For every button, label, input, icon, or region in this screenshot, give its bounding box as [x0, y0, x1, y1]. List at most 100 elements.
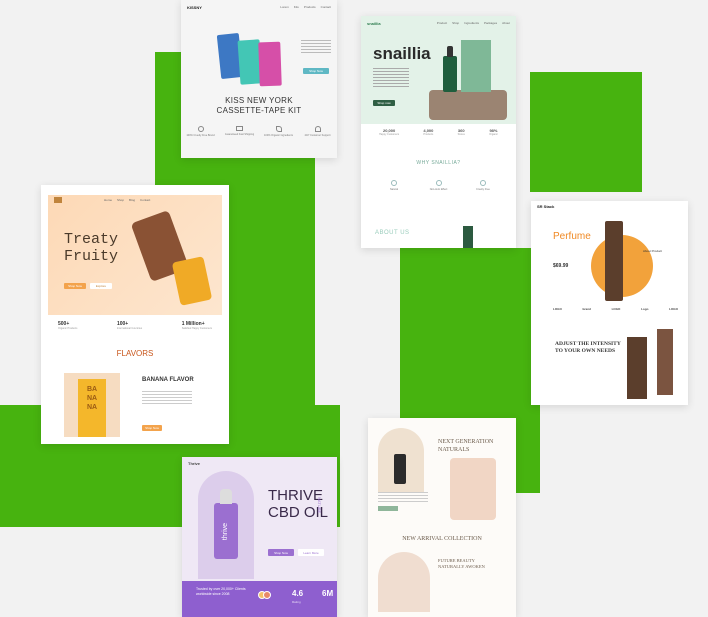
- cruelty-free-icon: [197, 126, 204, 132]
- snaillia-nav-link[interactable]: Ingredients: [464, 21, 479, 25]
- treaty-fruity-card[interactable]: Home Shop Blog Contact Treaty Fruity Sho…: [41, 185, 229, 444]
- feature-item: 100% Organic Ingredients: [264, 126, 294, 137]
- treaty-logo[interactable]: [54, 197, 62, 203]
- banana-can: BA NA NA: [78, 379, 106, 437]
- why-items: Natural Non-toxic Effect Cruelty Free: [379, 180, 498, 191]
- future-heading-line2: NATURALLY AWOKEN: [438, 564, 485, 569]
- feature-label: 100% Organic Ingredients: [264, 134, 293, 137]
- kiss-logo[interactable]: KISSNY: [187, 5, 202, 10]
- stat-label: Organic Products: [58, 327, 78, 330]
- stat-item: 100+ International Countries: [117, 321, 142, 330]
- natural-icon: [391, 180, 397, 186]
- green-block-middle: [215, 180, 315, 410]
- treaty-nav-link[interactable]: Shop: [117, 198, 124, 202]
- snaillia-logo[interactable]: snaillia: [367, 21, 381, 26]
- thrive-learn-button[interactable]: Learn More: [298, 549, 324, 556]
- dropper-cap: [447, 46, 453, 57]
- headset-icon: [314, 126, 321, 132]
- snaillia-card[interactable]: snaillia Product Shop Ingredients Packag…: [361, 16, 516, 248]
- perfume-heading-line2: TO YOUR OWN NEEDS: [555, 348, 616, 354]
- can-text: NA: [86, 404, 98, 411]
- naturals-card[interactable]: NEXT GENERATION NATURALS NEW ARRIVAL COL…: [368, 418, 516, 617]
- thrive-dropper: [220, 489, 232, 504]
- count-value: 6M: [322, 589, 334, 598]
- kiss-nav-link[interactable]: Kits: [294, 5, 299, 9]
- treaty-title: Treaty Fruity: [64, 231, 118, 265]
- stat-item: 4,000 Products: [423, 128, 433, 136]
- treaty-nav: Home Shop Blog Contact: [48, 195, 222, 205]
- kiss-nav: KISSNY Lorem Kits Products Contact: [181, 0, 337, 14]
- perfume-heading: ADJUST THE INTENSITY TO YOUR OWN NEEDS: [555, 341, 621, 355]
- kiss-description: [301, 40, 331, 54]
- stone-pedestal: [429, 90, 507, 120]
- snaillia-nav: snaillia Product Shop Ingredients Packag…: [361, 16, 516, 30]
- leaf-icon: [275, 126, 282, 132]
- treaty-explore-button[interactable]: Explore: [90, 283, 112, 289]
- feature-label: Guaranteed Fast Shipping: [224, 133, 255, 136]
- thrive-bottle: thrive: [214, 503, 238, 559]
- about-bottle: [463, 226, 473, 248]
- feature-item: 24/7 Customer Support: [303, 126, 333, 137]
- naturals-heading: NEXT GENERATION NATURALS: [438, 438, 493, 454]
- thrive-shop-button[interactable]: Shop Now: [268, 549, 294, 556]
- rating-label: Rating: [292, 600, 301, 604]
- kiss-shop-button[interactable]: Shop Now: [303, 68, 329, 74]
- kiss-nav-link[interactable]: Contact: [321, 5, 331, 9]
- stat-label: Products: [423, 133, 434, 136]
- future-heading: FUTURE BEAUTY NATURALLY AWOKEN: [438, 558, 485, 570]
- stat-item: 1 Million+ Satisfied Happy Customers: [182, 321, 212, 330]
- partner-logo: LOGO: [669, 307, 678, 311]
- stat-item: 360 Stores: [458, 128, 465, 136]
- treaty-nav-link[interactable]: Home: [104, 198, 112, 202]
- perfume-title: Perfume: [553, 231, 591, 242]
- kiss-nav-link[interactable]: Products: [304, 5, 316, 9]
- model-photo: [450, 458, 496, 520]
- client-avatars: [258, 591, 271, 599]
- about-product: About Product: [643, 249, 663, 253]
- kiss-title-line2: CASSETTE-TAPE KIT: [216, 106, 302, 115]
- treaty-stats: 500+ Organic Products 100+ International C…: [58, 321, 212, 330]
- perfume-heading-line1: ADJUST THE INTENSITY: [555, 341, 621, 347]
- snaillia-shop-button[interactable]: Shop now: [373, 100, 395, 106]
- naturals-heading-line2: NATURALS: [438, 447, 470, 453]
- treaty-nav-link[interactable]: Contact: [140, 198, 150, 202]
- thrive-card[interactable]: Thrive thrive THRIVE CBD OIL NATURE Shop…: [182, 457, 337, 617]
- product-box-pink: [258, 41, 282, 87]
- snaillia-nav-link[interactable]: Packages: [484, 21, 497, 25]
- kiss-nav-link[interactable]: Lorem: [280, 5, 289, 9]
- partner-logo: brand: [582, 307, 591, 311]
- stat-item: 98% Organic: [489, 128, 498, 136]
- stat-label: Satisfied Happy Customers: [181, 327, 212, 330]
- treaty-title-line1: Treaty: [64, 231, 119, 248]
- perfume-card[interactable]: SR Stack Perfume $69.99 About Product LO…: [531, 201, 688, 405]
- why-item: Cruelty Free: [468, 180, 498, 191]
- naturals-description: [378, 492, 428, 502]
- why-item: Natural: [379, 180, 409, 191]
- why-item-label: Cruelty Free: [476, 188, 490, 191]
- treaty-nav-link[interactable]: Blog: [129, 198, 135, 202]
- heart-icon: [480, 180, 486, 186]
- rating-value: 4.6: [292, 589, 304, 598]
- kiss-title-line1: KISS NEW YORK: [225, 96, 293, 105]
- perfume-bottle: [605, 221, 623, 301]
- snaillia-title: snaillia: [373, 44, 431, 63]
- why-item-label: Natural: [389, 188, 399, 191]
- naturals-button[interactable]: [378, 506, 398, 511]
- flavor-shop-button[interactable]: Shop Now: [142, 425, 162, 431]
- trusted-text: Trusted by over 20,000+ Clients worldwid…: [196, 587, 246, 596]
- snaillia-nav-link[interactable]: Shop: [452, 21, 459, 25]
- thrive-logo[interactable]: Thrive: [188, 461, 200, 466]
- why-item-label: Non-toxic Effect: [429, 188, 448, 191]
- perfume-logos: LOGO brand LOGO Logo LOGO: [553, 307, 678, 311]
- kiss-title: KISS NEW YORK CASSETTE-TAPE KIT: [181, 96, 337, 116]
- thrive-vertical: NATURE: [317, 497, 322, 514]
- treaty-shop-button[interactable]: Shop Now: [64, 283, 86, 289]
- flavor-description: [142, 391, 192, 405]
- kiss-ny-card[interactable]: KISSNY Lorem Kits Products Contact Shop …: [181, 0, 337, 158]
- feature-item: Guaranteed Fast Shipping: [225, 126, 255, 137]
- snaillia-nav-link[interactable]: Product: [437, 21, 447, 25]
- perfume-logo[interactable]: SR Stack: [537, 204, 554, 209]
- stat-label: Organic: [489, 133, 498, 136]
- snaillia-nav-link[interactable]: About: [502, 21, 510, 25]
- shield-icon: [435, 180, 442, 186]
